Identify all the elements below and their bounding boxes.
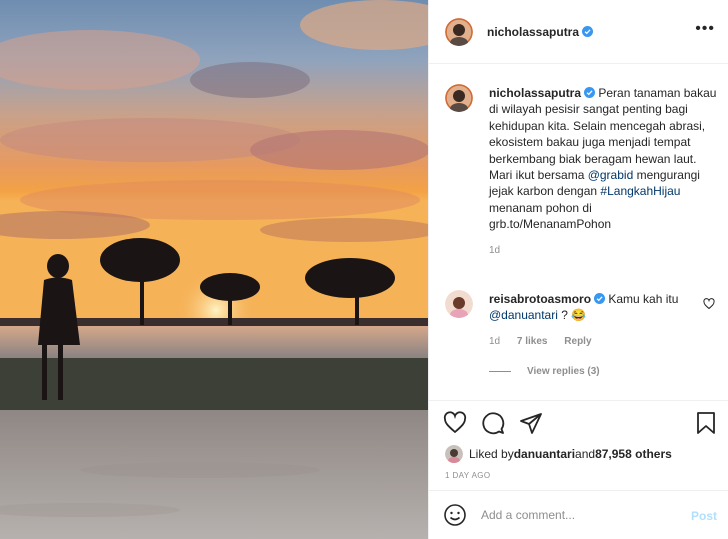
caption-author-avatar[interactable] [445,84,473,112]
comment-mention-link[interactable]: @danuantari [489,308,558,322]
comment-text: reisabrotoasmoro Kamu kah itu @danuantar… [489,292,679,323]
action-bar: Liked by danuantari and 87,958 others 1 … [429,400,728,490]
comment-age: 1d [489,335,501,347]
post-date[interactable]: 1 DAY AGO [445,471,491,480]
verified-badge-icon [582,25,594,37]
view-replies-button[interactable]: View replies (3) [489,366,600,377]
comment-likes-button[interactable]: 7 likes [517,336,548,347]
post-details-panel: nicholassaputra ••• nicholassaputra Pera… [428,0,728,539]
likes-others-link[interactable]: 87,958 others [595,447,672,461]
post-header: nicholassaputra ••• [429,0,728,64]
caption-text: nicholassaputra Peran tanaman bakau di w… [489,86,717,232]
reply-button[interactable]: Reply [564,336,591,347]
bookmark-icon[interactable] [695,411,717,435]
comment-icon[interactable] [481,411,505,435]
liker-avatar[interactable] [445,445,463,463]
mention-link[interactable]: @grabid [588,168,634,182]
emoji-icon[interactable] [443,503,467,527]
replies-divider [489,371,511,372]
verified-badge-icon [594,293,606,304]
caption-age: 1d [489,244,501,256]
comment-item: reisabrotoasmoro Kamu kah itu @danuantar… [445,290,717,347]
more-icon[interactable]: ••• [695,21,715,37]
comment-input[interactable] [481,508,671,522]
commenter-avatar[interactable] [445,290,473,318]
post-comment-button[interactable]: Post [691,509,717,523]
author-avatar[interactable] [445,17,473,46]
likes-summary: Liked by danuantari and 87,958 others [445,445,672,463]
post-photo[interactable] [0,0,428,539]
hashtag-link[interactable]: #LangkahHijau [600,184,680,198]
post-caption: nicholassaputra Peran tanaman bakau di w… [445,84,717,256]
liker-username[interactable]: danuantari [514,447,575,461]
author-username[interactable]: nicholassaputra [487,25,594,39]
verified-badge-icon [584,87,596,98]
comment-heart-icon[interactable] [703,298,715,310]
caption-author[interactable]: nicholassaputra [489,86,581,100]
comment-meta: 1d 7 likes Reply [489,336,717,347]
add-comment-bar: Post [429,490,728,539]
commenter-username[interactable]: reisabrotoasmoro [489,292,591,306]
share-icon[interactable] [519,411,543,435]
heart-icon[interactable] [443,411,467,435]
sunset-photo [0,0,428,539]
